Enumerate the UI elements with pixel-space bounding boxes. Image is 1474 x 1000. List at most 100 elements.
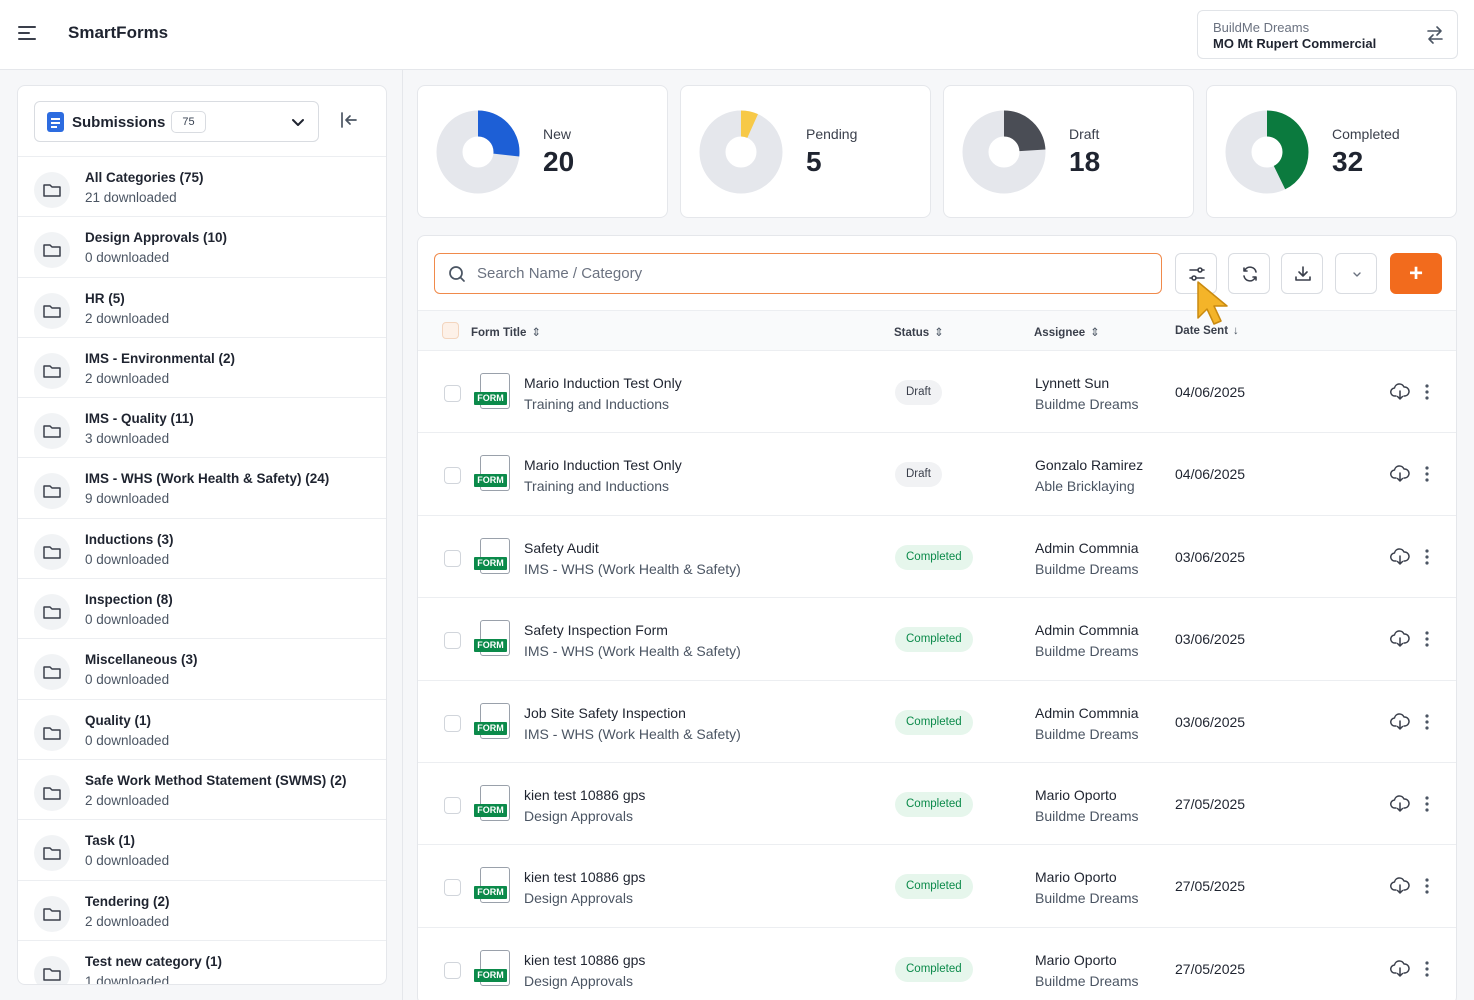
row-checkbox[interactable]: [444, 796, 461, 814]
category-item[interactable]: Safe Work Method Statement (SWMS) (2) 2 d…: [18, 758, 386, 819]
category-item[interactable]: HR (5) 2 downloaded: [18, 276, 386, 337]
folder-icon: [34, 594, 70, 631]
form-file-icon: FORM: [474, 949, 512, 988]
category-item[interactable]: IMS - WHS (Work Health & Safety) (24) 9 d…: [18, 457, 386, 517]
category-name: HR (5): [85, 290, 125, 306]
filter-button[interactable]: [1175, 253, 1217, 294]
header-date-sent[interactable]: Date Sent ↓: [1175, 325, 1239, 337]
switch-arrows-icon: [1427, 26, 1443, 44]
form-title[interactable]: kien test 10886 gps: [524, 952, 645, 968]
header-status[interactable]: Status ⇕: [894, 325, 944, 339]
header-form-title[interactable]: Form Title ⇕: [471, 325, 541, 339]
row-checkbox[interactable]: [444, 549, 461, 567]
cloud-download-icon[interactable]: [1390, 630, 1410, 648]
row-checkbox[interactable]: [444, 385, 461, 402]
category-item[interactable]: Task (1) 0 downloaded: [18, 819, 386, 879]
form-title[interactable]: kien test 10886 gps: [524, 787, 645, 803]
row-checkbox[interactable]: [444, 961, 461, 979]
form-title[interactable]: Job Site Safety Inspection: [524, 705, 686, 721]
cloud-download-icon[interactable]: [1390, 877, 1410, 895]
cloud-download-icon[interactable]: [1390, 465, 1410, 483]
table-row[interactable]: FORM kien test 10886 gps Design Approvals C…: [418, 845, 1456, 928]
cloud-download-icon[interactable]: [1390, 383, 1410, 401]
app-title: SmartForms: [68, 23, 169, 42]
status-badge: Completed: [895, 791, 973, 817]
stat-card-draft[interactable]: Draft 18: [943, 85, 1194, 218]
form-title[interactable]: Mario Induction Test Only: [524, 375, 682, 391]
row-checkbox[interactable]: [444, 879, 461, 897]
cloud-download-icon[interactable]: [1390, 548, 1410, 566]
table-row[interactable]: FORM kien test 10886 gps Design Approvals C…: [418, 763, 1456, 846]
form-category: IMS - WHS (Work Health & Safety): [524, 643, 741, 660]
more-options-dropdown[interactable]: [1335, 253, 1377, 294]
row-checkbox[interactable]: [444, 632, 461, 650]
category-item[interactable]: Test new category (1) 1 downloaded: [18, 939, 386, 985]
selector-label: Submissions: [72, 114, 166, 131]
hamburger-icon[interactable]: [18, 26, 38, 42]
form-title[interactable]: kien test 10886 gps: [524, 869, 645, 885]
stat-card-completed[interactable]: Completed 32: [1206, 85, 1457, 218]
category-item[interactable]: IMS - Environmental (2) 2 downloaded: [18, 336, 386, 397]
category-downloaded-count: 1 downloaded: [85, 973, 170, 985]
table-row[interactable]: FORM Job Site Safety Inspection IMS - WHS …: [418, 681, 1456, 763]
row-checkbox[interactable]: [444, 467, 461, 485]
table-row[interactable]: FORM Mario Induction Test Only Training an…: [418, 433, 1456, 516]
category-name: Miscellaneous (3): [85, 652, 198, 668]
collapse-left-icon[interactable]: [339, 110, 359, 130]
category-item[interactable]: Inspection (8) 0 downloaded: [18, 578, 386, 638]
more-vertical-icon[interactable]: [1424, 713, 1430, 731]
header-assignee[interactable]: Assignee ⇕: [1034, 325, 1100, 339]
more-vertical-icon[interactable]: [1424, 548, 1430, 566]
sort-icon: ⇕: [1090, 327, 1100, 339]
category-item[interactable]: IMS - Quality (11) 3 downloaded: [18, 397, 386, 457]
donut-chart: [436, 110, 520, 194]
form-title[interactable]: Safety Audit: [524, 540, 599, 556]
form-title[interactable]: Mario Induction Test Only: [524, 457, 682, 473]
form-title[interactable]: Safety Inspection Form: [524, 622, 668, 638]
cloud-download-icon[interactable]: [1390, 959, 1410, 978]
row-checkbox[interactable]: [444, 714, 461, 732]
cloud-download-icon[interactable]: [1390, 712, 1410, 731]
assignee-name: Mario Oporto: [1035, 786, 1117, 803]
assignee-company: Buildme Dreams: [1035, 807, 1139, 824]
more-vertical-icon[interactable]: [1424, 795, 1430, 813]
category-item[interactable]: Quality (1) 0 downloaded: [18, 698, 386, 759]
company-switcher[interactable]: BuildMe Dreams MO Mt Rupert Commercial: [1197, 10, 1458, 59]
stat-value: 20: [543, 146, 575, 177]
category-item[interactable]: Miscellaneous (3) 0 downloaded: [18, 638, 386, 698]
search-input[interactable]: [477, 260, 1147, 287]
stat-card-new[interactable]: New 20: [417, 85, 668, 218]
table-row[interactable]: FORM Safety Inspection Form IMS - WHS (Wor…: [418, 598, 1456, 681]
select-all-checkbox[interactable]: [442, 322, 459, 339]
table-row[interactable]: FORM Safety Audit IMS - WHS (Work Health &…: [418, 516, 1456, 599]
more-vertical-icon[interactable]: [1424, 465, 1430, 483]
submissions-selector[interactable]: Submissions 75: [34, 101, 319, 142]
chevron-down-icon: [292, 119, 304, 126]
assignee-company: Buildme Dreams: [1035, 890, 1139, 907]
table-row[interactable]: FORM Mario Induction Test Only Training an…: [418, 351, 1456, 434]
category-name: IMS - Environmental (2): [85, 350, 236, 366]
status-badge: Draft: [895, 462, 942, 488]
more-vertical-icon[interactable]: [1424, 383, 1430, 401]
form-file-icon: FORM: [474, 373, 512, 411]
sidebar: Submissions 75 All Categories (75) 21 dow…: [0, 70, 403, 1000]
folder-icon: [34, 835, 70, 872]
table-row[interactable]: FORM kien test 10886 gps Design Approvals C…: [418, 928, 1456, 1000]
refresh-button[interactable]: [1228, 253, 1270, 294]
category-item[interactable]: Design Approvals (10) 0 downloaded: [18, 216, 386, 276]
category-item[interactable]: Tendering (2) 2 downloaded: [18, 879, 386, 940]
more-vertical-icon[interactable]: [1424, 877, 1430, 895]
more-vertical-icon[interactable]: [1424, 630, 1430, 648]
stat-card-pending[interactable]: Pending 5: [680, 85, 931, 218]
header-date-sent-label: Date Sent: [1175, 325, 1229, 337]
add-submission-button[interactable]: +: [1390, 253, 1442, 294]
folder-icon: [34, 413, 70, 450]
export-button[interactable]: [1281, 253, 1323, 294]
category-item[interactable]: Inductions (3) 0 downloaded: [18, 517, 386, 578]
assignee-name: Lynnett Sun: [1035, 375, 1110, 391]
cloud-download-icon[interactable]: [1390, 795, 1410, 813]
category-name: Test new category (1): [85, 953, 223, 969]
more-vertical-icon[interactable]: [1424, 960, 1430, 978]
refresh-icon: [1243, 266, 1257, 282]
category-item[interactable]: All Categories (75) 21 downloaded: [18, 156, 386, 216]
